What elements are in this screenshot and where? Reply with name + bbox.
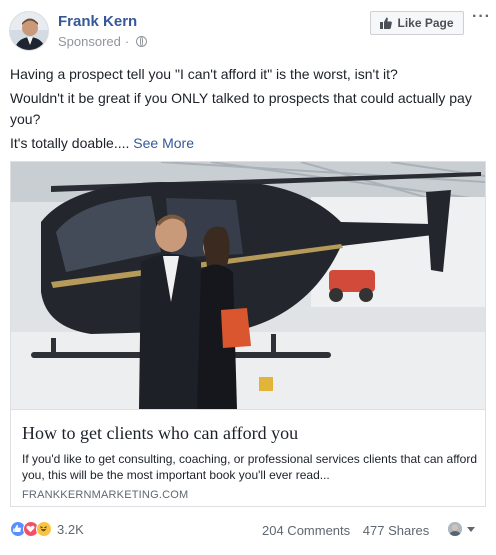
more-options-icon[interactable]: ··· xyxy=(472,9,491,25)
link-preview-card[interactable]: How to get clients who can afford you If… xyxy=(10,161,486,507)
link-title[interactable]: How to get clients who can afford you xyxy=(22,423,298,444)
sponsored-post: Frank Kern Sponsored · Like Page ··· Hav… xyxy=(0,0,496,555)
chevron-down-icon xyxy=(467,526,475,532)
link-description: If you'd like to get consulting, coachin… xyxy=(22,452,477,482)
globe-icon xyxy=(136,36,148,47)
sponsored-label[interactable]: Sponsored xyxy=(58,34,121,49)
reactions-summary[interactable]: 3.2K xyxy=(10,521,84,537)
reaction-count[interactable]: 3.2K xyxy=(57,522,84,537)
like-page-button[interactable]: Like Page xyxy=(370,11,464,35)
post-paragraph-3: It's totally doable.... See More xyxy=(10,133,488,154)
link-domain: FRANKKERNMARKETING.COM xyxy=(22,489,189,501)
engagement-counts: 204 Comments 477 Shares xyxy=(262,523,429,538)
shares-count-link[interactable]: 477 Shares xyxy=(363,523,430,538)
post-text: Having a prospect tell you "I can't affo… xyxy=(10,64,488,157)
author-name-link[interactable]: Frank Kern xyxy=(58,13,137,30)
haha-reaction-icon xyxy=(36,521,52,537)
post-as-selector[interactable] xyxy=(448,522,475,536)
post-paragraph-1: Having a prospect tell you "I can't affo… xyxy=(10,66,398,82)
like-page-label: Like Page xyxy=(397,16,454,30)
link-preview-image[interactable] xyxy=(11,162,485,409)
post-last-line: It's totally doable.... xyxy=(10,135,130,151)
post-meta: Sponsored · xyxy=(58,34,148,49)
meta-separator: · xyxy=(124,34,130,49)
post-paragraph-2: Wouldn't it be great if you ONLY talked … xyxy=(10,90,472,127)
comments-count-link[interactable]: 204 Comments xyxy=(262,523,350,538)
author-avatar[interactable] xyxy=(9,11,49,51)
thumbs-up-icon xyxy=(380,17,393,29)
link-preview-body[interactable]: How to get clients who can afford you If… xyxy=(11,409,485,506)
see-more-link[interactable]: See More xyxy=(133,135,194,151)
viewer-avatar xyxy=(448,522,462,536)
